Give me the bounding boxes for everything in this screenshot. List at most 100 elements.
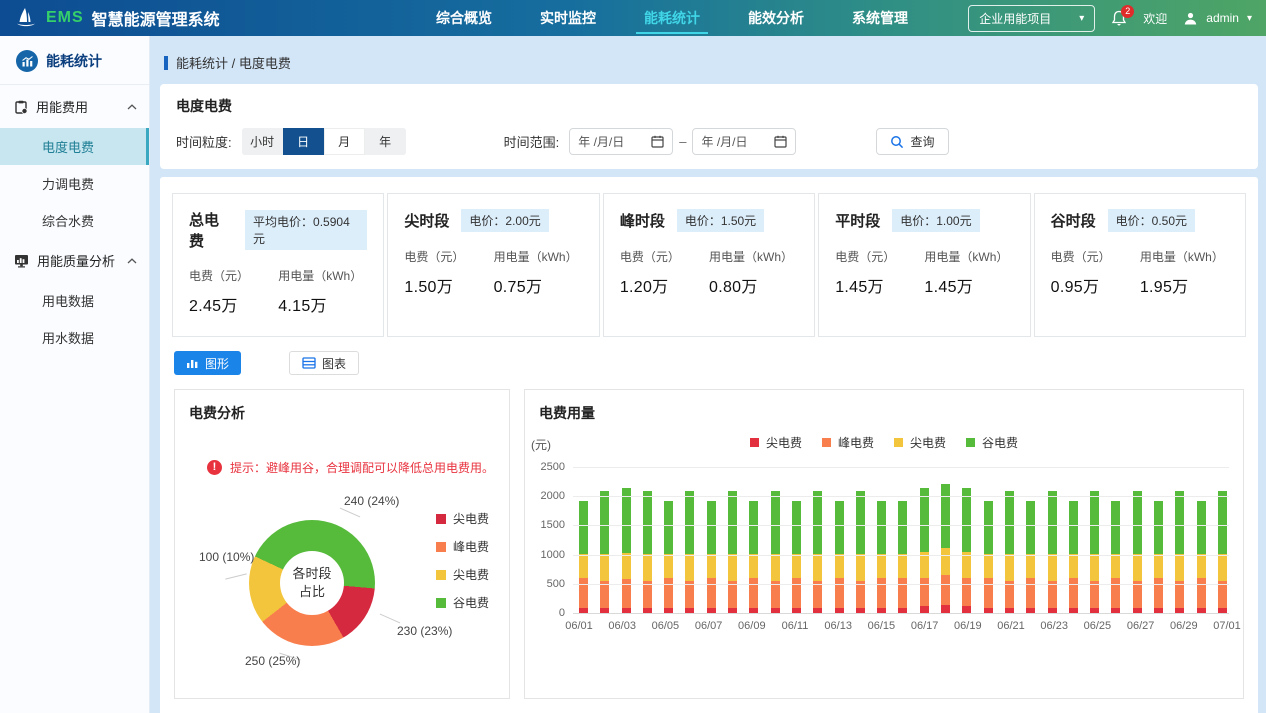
fee-label: 电费（元）	[189, 267, 278, 284]
bar-stack	[685, 491, 694, 614]
legend-item-valley[interactable]: 谷电费	[436, 594, 489, 611]
bar-segment	[685, 581, 694, 607]
stat-title: 峰时段	[620, 210, 665, 231]
granularity-hour[interactable]: 小时	[242, 128, 283, 155]
bar-segment	[941, 548, 950, 575]
granularity-year[interactable]: 年	[365, 128, 406, 155]
granularity-month[interactable]: 月	[324, 128, 365, 155]
clipboard-icon	[14, 100, 28, 114]
legend-swatch	[436, 542, 446, 552]
donut-label-red: 230 (23%)	[397, 624, 452, 638]
top-nav: 综合概览 实时监控 能耗统计 能效分析 系统管理	[434, 0, 910, 36]
stat-cards-row: 总电费 平均电价：0.5904元 电费（元）2.45万 用电量（kWh）4.15…	[172, 193, 1246, 337]
nav-system-management[interactable]: 系统管理	[850, 0, 910, 36]
bar-stack	[600, 491, 609, 614]
donut-legend: 尖电费 峰电费 尖电费 谷电费	[436, 510, 489, 611]
legend-item-peak[interactable]: 峰电费	[822, 434, 874, 451]
sail-logo-icon	[14, 7, 38, 29]
granularity-day[interactable]: 日	[283, 128, 324, 155]
user-menu[interactable]: admin ▾	[1183, 11, 1252, 26]
bar-stack	[877, 501, 886, 614]
chart-view-button[interactable]: 图形	[174, 351, 241, 375]
legend-item-flat[interactable]: 尖电费	[894, 434, 946, 451]
legend-label: 尖电费	[766, 434, 802, 451]
bar-stack	[749, 501, 758, 614]
gridline: 1000	[573, 555, 1229, 556]
sidebar-item-electricity-degree-fee[interactable]: 电度电费	[0, 128, 149, 165]
bar-segment	[707, 554, 716, 578]
table-view-button[interactable]: 图表	[289, 351, 359, 375]
chevron-up-icon	[127, 258, 137, 264]
stat-title: 平时段	[835, 210, 880, 231]
sidebar-group-quality-analysis[interactable]: 用能质量分析	[0, 239, 149, 282]
bar-segment	[1090, 554, 1099, 581]
legend-item-flat[interactable]: 尖电费	[436, 566, 489, 583]
bar-stack	[1005, 491, 1014, 614]
app-title: 智慧能源管理系统	[92, 6, 220, 30]
sidebar-item-electricity-data[interactable]: 用电数据	[0, 282, 149, 319]
legend-item-sharp[interactable]: 尖电费	[436, 510, 489, 527]
logo-ems-text: EMS	[46, 9, 84, 27]
legend-swatch	[436, 514, 446, 524]
query-button[interactable]: 查询	[876, 128, 948, 155]
sidebar-item-water-data[interactable]: 用水数据	[0, 319, 149, 356]
start-date-placeholder: 年 /月/日	[578, 133, 645, 150]
nav-energy-statistics[interactable]: 能耗统计	[642, 0, 702, 36]
leader-line	[380, 614, 401, 624]
stat-card-sharp: 尖时段 电价：2.00元 电费（元）1.50万 用电量（kWh）0.75万	[387, 193, 599, 337]
bar-segment	[749, 554, 758, 578]
end-date-input[interactable]: 年 /月/日	[692, 128, 796, 155]
stat-card-flat: 平时段 电价：1.00元 电费（元）1.45万 用电量（kWh）1.45万	[818, 193, 1030, 337]
project-select-value: 企业用能项目	[979, 10, 1051, 27]
nav-realtime-monitor[interactable]: 实时监控	[538, 0, 598, 36]
group-label: 用能费用	[36, 97, 119, 116]
sidebar-group-energy-cost[interactable]: 用能费用	[0, 85, 149, 128]
bar-segment	[962, 488, 971, 552]
fee-value: 1.50万	[404, 273, 493, 297]
bar-segment	[579, 578, 588, 608]
fee-usage-card: 电费用量 (元) 尖电费 峰电费 尖电费 谷电费 06/0106/0306/05…	[524, 389, 1244, 699]
bar-segment	[643, 554, 652, 581]
bar-stack	[579, 501, 588, 614]
nav-efficiency-analysis[interactable]: 能效分析	[746, 0, 806, 36]
x-tick-label: 06/15	[868, 620, 896, 632]
bar-stack	[1090, 491, 1099, 614]
sidebar: 能耗统计 用能费用 电度电费 力调电费 综合水费 用能质量分析 用电数据 用水数…	[0, 36, 150, 713]
gridline: 0	[573, 613, 1229, 614]
x-tick-label: 07/01	[1213, 620, 1241, 632]
legend-item-sharp[interactable]: 尖电费	[750, 434, 802, 451]
price-badge: 电价：2.00元	[461, 209, 548, 232]
bar-segment	[728, 581, 737, 607]
bar-segment	[600, 491, 609, 555]
filter-card: 电度电费 时间粒度: 小时 日 月 年 时间范围: 年 /月/日 – 年 /月/…	[160, 84, 1258, 169]
filter-title: 电度电费	[176, 96, 1242, 116]
bar-stack	[771, 491, 780, 614]
usage-label: 用电量（kWh）	[709, 248, 798, 265]
project-select[interactable]: 企业用能项目 ▾	[968, 5, 1095, 32]
bar-segment	[685, 554, 694, 581]
legend-item-peak[interactable]: 峰电费	[436, 538, 489, 555]
bar-segment	[835, 554, 844, 578]
sidebar-item-water-fee[interactable]: 综合水费	[0, 202, 149, 239]
notification-bell[interactable]: 2	[1111, 10, 1127, 27]
legend-item-valley[interactable]: 谷电费	[966, 434, 1018, 451]
bar-segment	[1154, 578, 1163, 608]
fee-analysis-card: 电费分析 ! 提示：避峰用谷，合理调配可以降低总用电费用。 各时段 占比 240…	[174, 389, 510, 699]
bar-segment	[898, 578, 907, 608]
nav-overview[interactable]: 综合概览	[434, 0, 494, 36]
bar-stack	[941, 484, 950, 614]
bar-segment	[1175, 581, 1184, 607]
bar-segment	[1175, 491, 1184, 555]
bar-segment	[643, 491, 652, 555]
bar-segment	[898, 501, 907, 554]
bar-segment	[1111, 501, 1120, 554]
range-label: 时间范围:	[504, 132, 560, 151]
sidebar-item-power-factor-fee[interactable]: 力调电费	[0, 165, 149, 202]
start-date-input[interactable]: 年 /月/日	[569, 128, 673, 155]
main-content: 能耗统计 / 电度电费 电度电费 时间粒度: 小时 日 月 年 时间范围: 年 …	[150, 36, 1266, 713]
bar-stack	[856, 491, 865, 614]
donut-center-label: 各时段 占比	[280, 551, 344, 615]
calendar-icon	[774, 135, 787, 148]
bar-segment	[1175, 554, 1184, 581]
query-button-label: 查询	[910, 133, 934, 150]
